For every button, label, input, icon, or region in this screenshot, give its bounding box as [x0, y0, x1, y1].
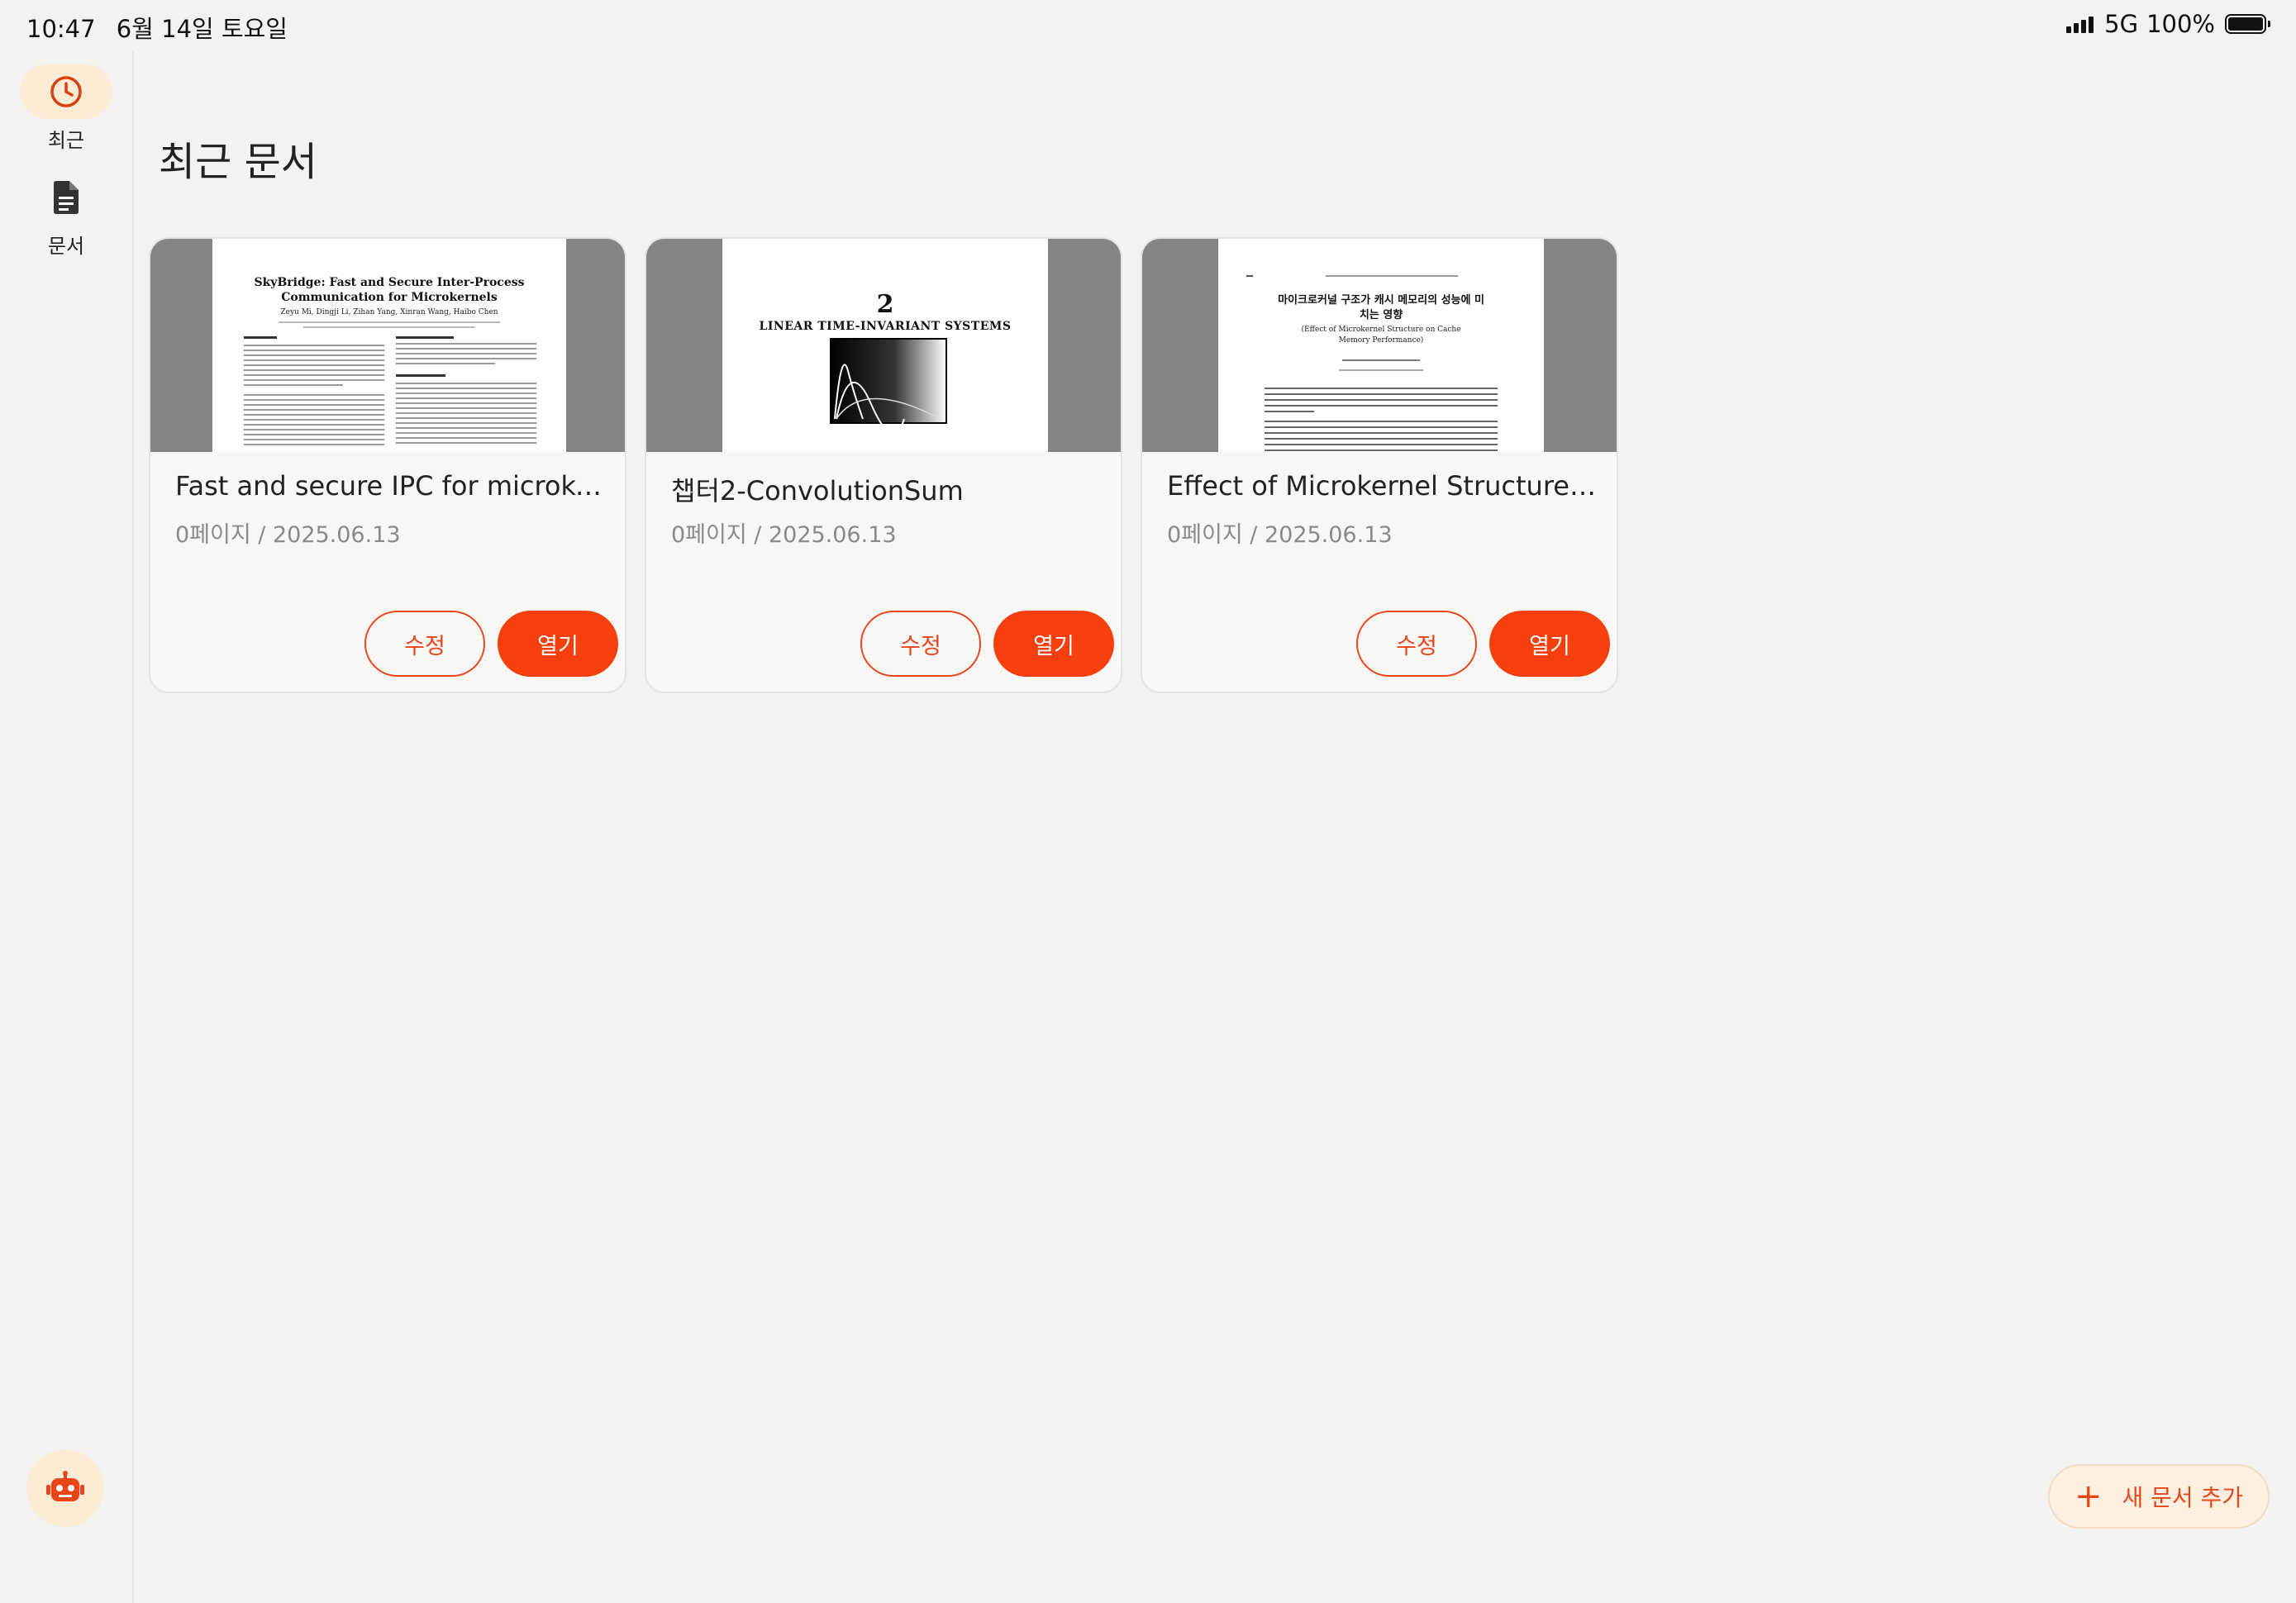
document-title: 챕터2-ConvolutionSum: [671, 475, 964, 507]
thumbnail-column-left: [244, 335, 384, 450]
sidebar-item-recent[interactable]: 최근: [0, 64, 132, 153]
thumbnail-page: SkyBridge: Fast and Secure Inter-Process…: [212, 239, 566, 452]
document-thumbnail[interactable]: 마이크로커널 구조가 캐시 메모리의 성능에 미치는 영향 (Effect of…: [1142, 239, 1617, 452]
thumbnail-authors: Zeyu Mi, Dingji Li, Zihan Yang, Xinran W…: [280, 308, 498, 316]
thumbnail-page: 2 LINEAR TIME-INVARIANT SYSTEMS: [722, 239, 1048, 452]
document-meta: 0페이지 / 2025.06.13: [671, 522, 897, 548]
clock-icon-wrap: [20, 64, 112, 119]
thumbnail-figure: [830, 338, 947, 424]
plus-icon: +: [2074, 1477, 2103, 1515]
network-label: 5G: [2104, 10, 2139, 38]
document-title: Effect of Microkernel Structure o...: [1167, 470, 1597, 502]
document-card[interactable]: SkyBridge: Fast and Secure Inter-Process…: [149, 237, 626, 693]
thumbnail-heading: LINEAR TIME-INVARIANT SYSTEMS: [759, 320, 1012, 333]
edit-button[interactable]: 수정: [1356, 611, 1477, 677]
thumbnail-page: 마이크로커널 구조가 캐시 메모리의 성능에 미치는 영향 (Effect of…: [1218, 239, 1544, 452]
thumbnail-chapter: 2: [876, 290, 894, 319]
status-right: 5G 100%: [2066, 10, 2270, 38]
edit-button[interactable]: 수정: [860, 611, 981, 677]
thumbnail-heading: 마이크로커널 구조가 캐시 메모리의 성능에 미치는 영향: [1278, 294, 1484, 321]
sidebar: 최근 문서: [0, 51, 134, 1603]
thumbnail-column-right: [396, 335, 536, 450]
status-bar: 10:47 6월 14일 토요일 5G 100%: [0, 0, 2296, 51]
thumbnail-subheading: (Effect of Microkernel Structure on Cach…: [1301, 326, 1461, 345]
document-meta: 0페이지 / 2025.06.13: [175, 522, 401, 548]
status-left: 10:47 6월 14일 토요일: [26, 10, 301, 45]
page-title: 최근 문서: [159, 139, 317, 185]
thumbnail-body: [1265, 388, 1498, 452]
document-icon-wrap: [20, 170, 112, 225]
document-meta: 0페이지 / 2025.06.13: [1167, 522, 1393, 548]
robot-icon: [46, 1471, 84, 1501]
sidebar-item-label: 최근: [47, 129, 85, 152]
sidebar-item-documents[interactable]: 문서: [0, 170, 132, 259]
battery-icon: [2225, 14, 2270, 34]
open-button[interactable]: 열기: [498, 611, 618, 677]
document-card[interactable]: 마이크로커널 구조가 캐시 메모리의 성능에 미치는 영향 (Effect of…: [1141, 237, 1618, 693]
document-title: Fast and secure IPC for microker...: [175, 470, 605, 502]
add-document-label: 새 문서 추가: [2122, 1484, 2244, 1511]
status-date: 6월 14일 토요일: [116, 15, 288, 43]
thumbnail-heading: SkyBridge: Fast and Secure Inter-Process…: [254, 276, 525, 304]
battery-percent: 100%: [2146, 10, 2215, 38]
edit-button[interactable]: 수정: [364, 611, 485, 677]
document-thumbnail[interactable]: 2 LINEAR TIME-INVARIANT SYSTEMS: [646, 239, 1121, 452]
clock-icon: [50, 76, 82, 107]
assistant-button[interactable]: [26, 1449, 104, 1527]
add-document-button[interactable]: + 새 문서 추가: [2048, 1464, 2270, 1529]
document-card[interactable]: 2 LINEAR TIME-INVARIANT SYSTEMS 챕터2-Conv…: [645, 237, 1122, 693]
status-time: 10:47: [26, 15, 96, 43]
signal-icon: [2066, 15, 2096, 33]
sidebar-item-label: 문서: [47, 235, 85, 258]
open-button[interactable]: 열기: [993, 611, 1114, 677]
document-icon: [54, 181, 79, 214]
open-button[interactable]: 열기: [1489, 611, 1610, 677]
document-thumbnail[interactable]: SkyBridge: Fast and Secure Inter-Process…: [150, 239, 625, 452]
